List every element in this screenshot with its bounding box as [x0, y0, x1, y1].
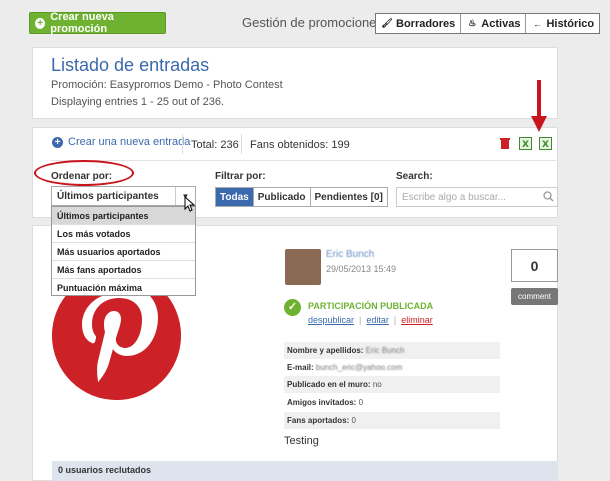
filter-publicado[interactable]: Publicado — [253, 188, 311, 206]
divider — [50, 160, 556, 161]
order-select[interactable]: Últimos participantes ▼ — [51, 186, 196, 206]
status-badge: PARTICIPACIÓN PUBLICADA — [308, 301, 434, 311]
plus-icon: + — [52, 136, 63, 148]
svg-text:X: X — [522, 140, 529, 150]
tab-activas[interactable]: ♨ Activas — [461, 14, 527, 33]
participant-name[interactable]: Eric Bunch — [326, 249, 374, 260]
search-icon[interactable] — [543, 191, 554, 202]
excel-import-icon[interactable]: X — [539, 137, 552, 150]
divider — [241, 134, 242, 154]
info-row: Amigos invitados: 0 — [287, 398, 364, 407]
plus-icon: + — [35, 17, 46, 29]
fire-icon: ♨ — [468, 18, 477, 28]
dropdown-option[interactable]: Los más votados — [52, 225, 195, 243]
edit-link[interactable]: editar — [366, 315, 389, 325]
promotion-tabs: 🖌 Borradores ♨ Activas ← Histórico — [375, 13, 601, 34]
tab-borradores[interactable]: 🖌 Borradores — [376, 14, 462, 33]
excel-export-icon[interactable]: X — [519, 137, 532, 150]
promotion-name: Promoción: Easypromos Demo - Photo Conte… — [51, 79, 283, 91]
tab-historico[interactable]: ← Histórico — [526, 14, 599, 33]
order-label: Ordenar por: — [51, 171, 113, 182]
dropdown-option[interactable]: Más fans aportados — [52, 261, 195, 279]
entry-text: Testing — [284, 435, 319, 447]
filter-todas[interactable]: Todas — [216, 188, 254, 206]
info-row: E-mail: bunch_eric@yahoo.com — [287, 363, 403, 372]
create-promotion-button[interactable]: + Crear nueva promoción — [29, 11, 166, 35]
dropdown-option[interactable]: Puntuación máxima — [52, 279, 195, 297]
dropdown-option[interactable]: Más usuarios aportados — [52, 243, 195, 261]
page-title: Listado de entradas — [51, 55, 210, 75]
gestion-label: Gestión de promociones — [242, 15, 383, 30]
filter-pendientes[interactable]: Pendientes [0] — [310, 188, 387, 206]
delete-link[interactable]: eliminar — [401, 315, 433, 325]
filter-label: Filtrar por: — [215, 171, 266, 182]
svg-text:X: X — [542, 140, 549, 150]
back-arrow-icon: ← — [532, 18, 542, 29]
entry-actions: despublicar | editar | eliminar — [308, 315, 433, 325]
avatar — [285, 249, 321, 285]
divider: | — [359, 315, 362, 325]
info-row: Fans aportados: 0 — [284, 412, 500, 429]
add-entry-link[interactable]: + Crear una nueva entrada — [52, 136, 190, 148]
info-row: Nombre y apellidos: Eric Bunch — [284, 342, 500, 359]
brush-icon: 🖌 — [381, 18, 393, 28]
trash-icon[interactable] — [499, 137, 511, 150]
annotation-arrow — [531, 80, 547, 132]
check-icon: ✓ — [284, 299, 301, 316]
comment-button[interactable]: comment — [511, 288, 558, 305]
cursor-icon — [184, 196, 196, 212]
search-label: Search: — [396, 171, 433, 182]
divider: | — [393, 315, 397, 325]
displaying-count: Displaying entries 1 - 25 out of 236. — [51, 96, 225, 108]
search-input[interactable]: Escribe algo a buscar... — [396, 187, 558, 207]
total-count: Total: 236 — [191, 139, 239, 151]
divider — [182, 134, 183, 154]
fans-count: Fans obtenidos: 199 — [250, 139, 350, 151]
filter-group: Todas Publicado Pendientes [0] — [215, 187, 388, 207]
order-dropdown: Últimos participantes Los más votados Má… — [51, 206, 196, 296]
unpublish-link[interactable]: despublicar — [308, 315, 354, 325]
dropdown-option[interactable]: Últimos participantes — [52, 207, 195, 225]
entry-date: 29/05/2013 15:49 — [326, 264, 397, 274]
recruited-bar: 0 usuarios reclutados — [52, 461, 558, 481]
vote-count: 0 — [511, 249, 558, 282]
info-row: Publicado en el muro: no — [284, 376, 500, 393]
